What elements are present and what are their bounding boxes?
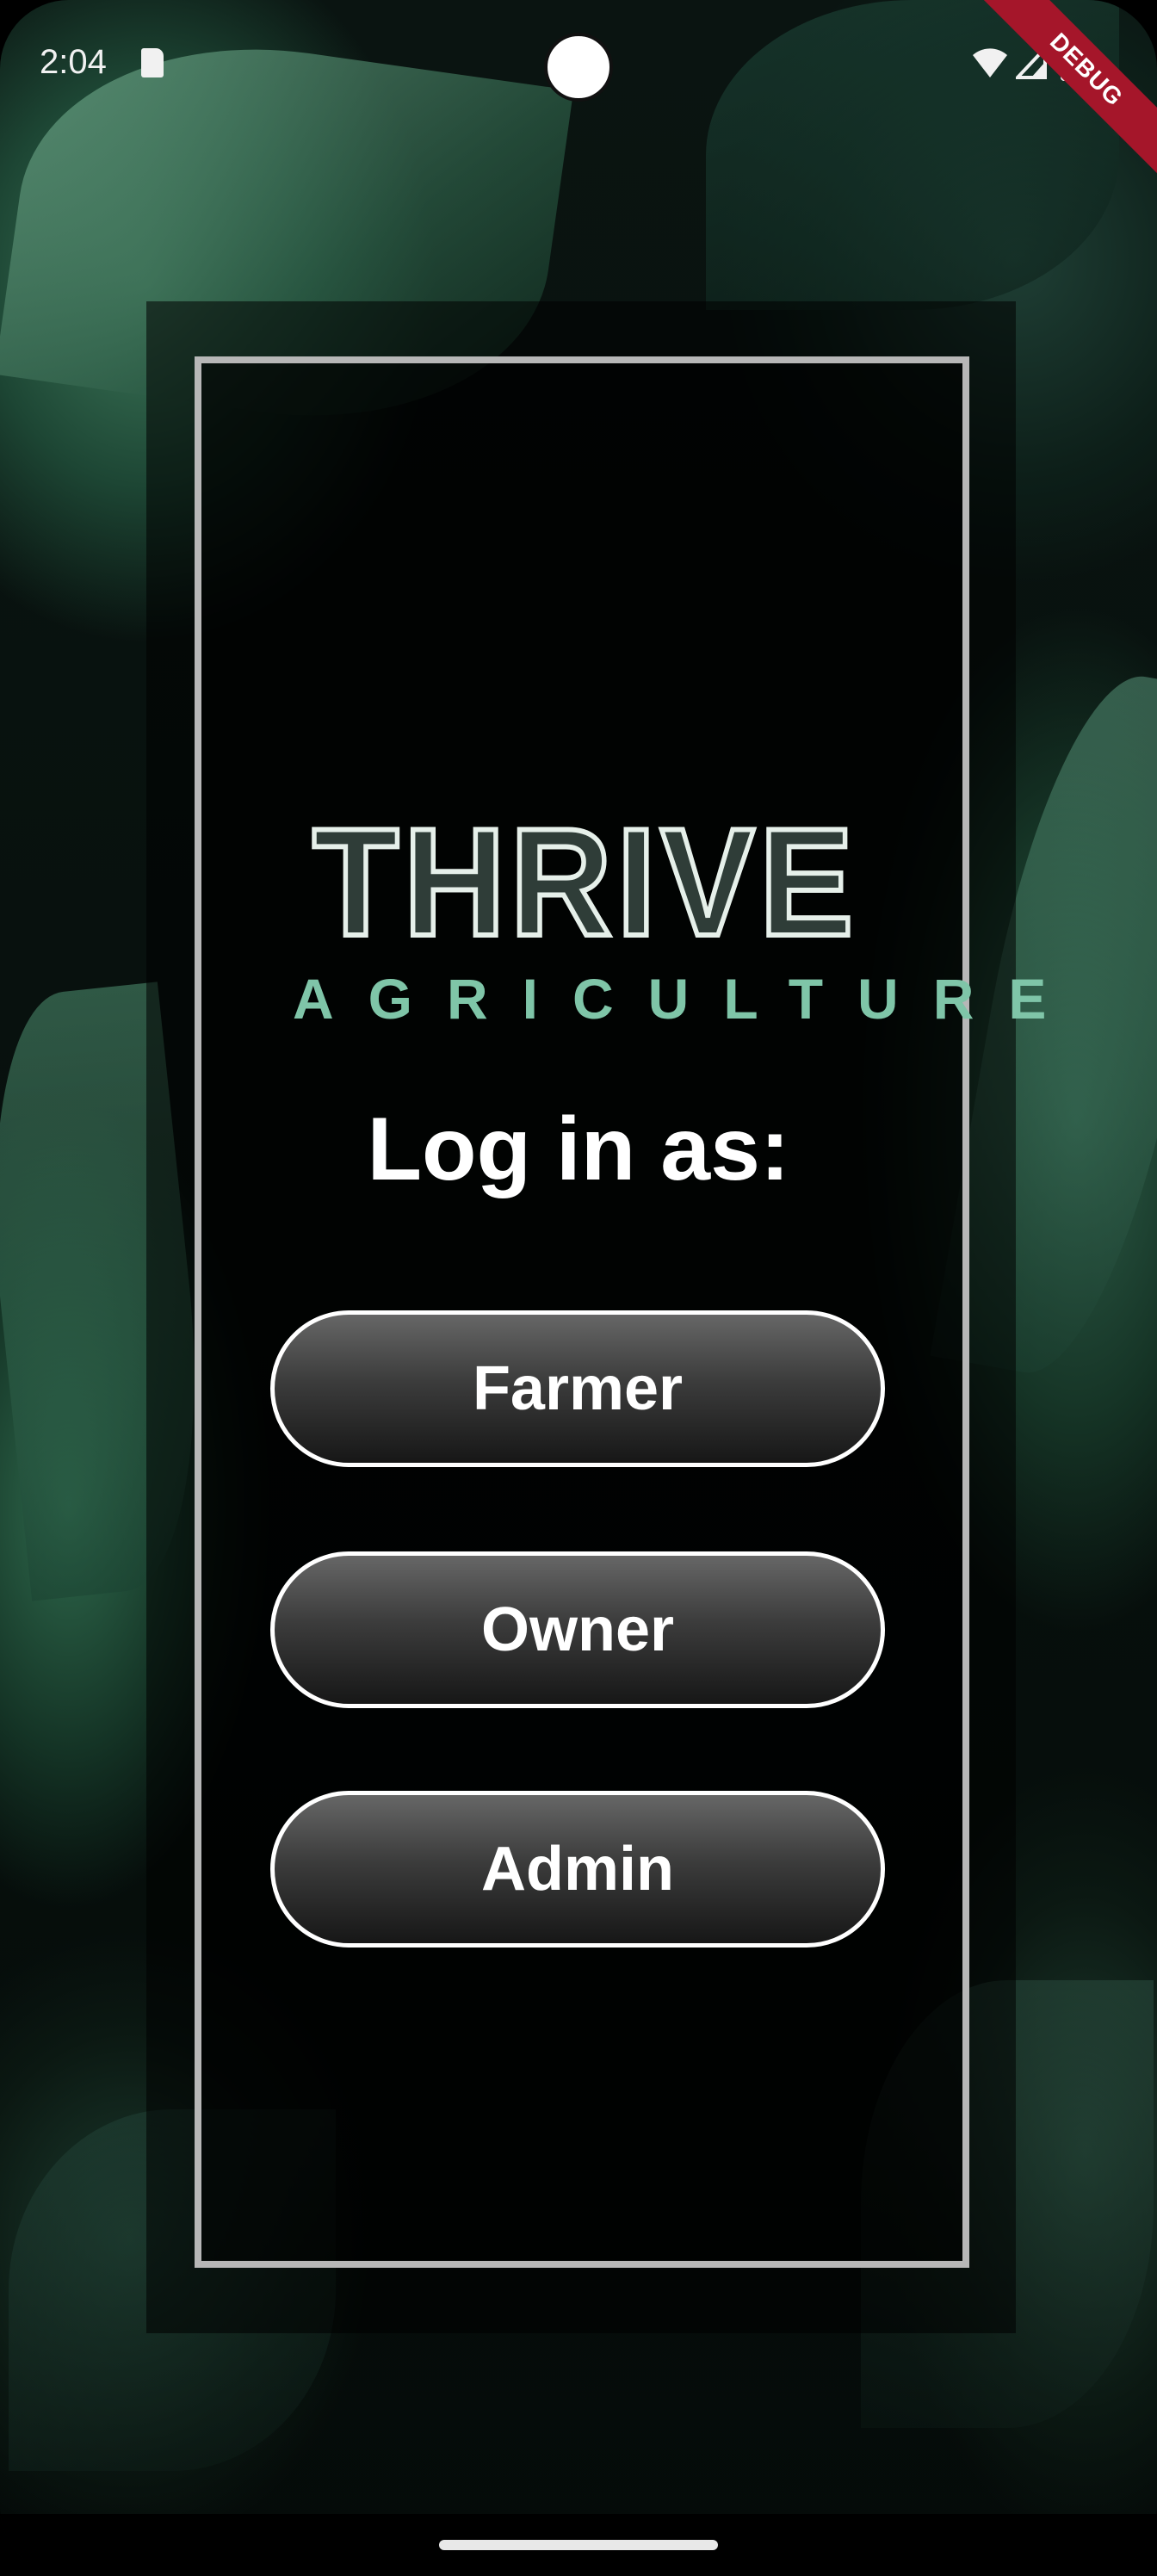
login-screen: 2:04 DEBUG THRIVE AGRICULTURE Log in as:… — [0, 0, 1157, 2576]
login-heading: Log in as: — [367, 1099, 790, 1199]
status-time: 2:04 — [40, 43, 107, 81]
farmer-button[interactable]: Farmer — [270, 1310, 885, 1467]
logo-title: THRIVE — [310, 796, 858, 968]
wifi-icon — [973, 48, 1007, 77]
home-indicator[interactable] — [439, 2540, 718, 2550]
status-bar: 2:04 DEBUG — [0, 0, 1157, 184]
sd-card-icon — [141, 48, 164, 77]
camera-cutout — [544, 33, 613, 102]
app-logo: THRIVE AGRICULTURE — [258, 796, 1081, 1033]
logo-subtitle: AGRICULTURE — [293, 967, 1081, 1031]
owner-button[interactable]: Owner — [270, 1551, 885, 1708]
admin-button[interactable]: Admin — [270, 1791, 885, 1947]
